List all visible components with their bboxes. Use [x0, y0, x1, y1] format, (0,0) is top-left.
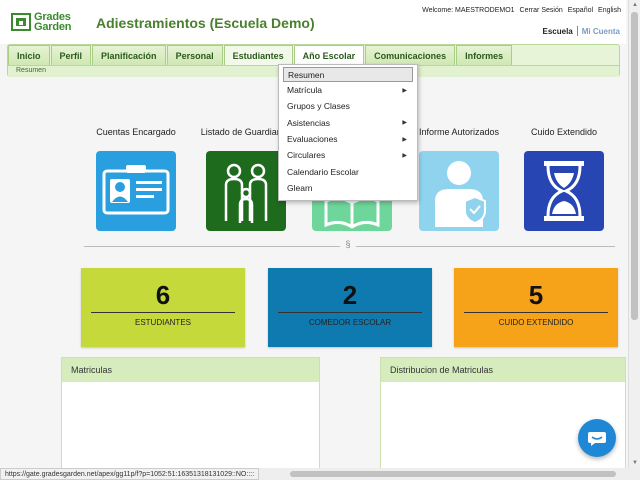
menu-item-grupos-y-clases[interactable]: Grupos y Clases	[279, 98, 417, 114]
submenu-arrow-icon: ▶	[402, 136, 407, 143]
menu-item-evaluaciones[interactable]: Evaluaciones ▶	[279, 131, 417, 147]
school-link[interactable]: Escuela	[543, 27, 573, 36]
stat-estudiantes[interactable]: 6 ESTUDIANTES	[81, 268, 245, 347]
menu-item-label: Resumen	[288, 69, 325, 80]
ano-escolar-dropdown-menu: Resumen Matrícula ▶ Grupos y Clases Asistenc…	[278, 64, 418, 201]
menu-item-calendario-escolar[interactable]: Calendario Escolar	[279, 163, 417, 179]
stat-rule	[464, 312, 608, 313]
lang-english-link[interactable]: English	[598, 7, 621, 14]
tab-informes[interactable]: Informes	[456, 45, 513, 65]
status-bar-url: https://gate.gradesgarden.net/apex/gg11p…	[0, 468, 260, 480]
chat-icon	[588, 432, 606, 446]
horizontal-scroll-thumb[interactable]	[290, 471, 616, 477]
menu-item-label: Calendario Escolar	[287, 166, 359, 177]
stat-label: CUIDO EXTENDIDO	[498, 318, 574, 327]
panel-title: Distribucion de Matriculas	[381, 358, 625, 382]
tab-inicio[interactable]: Inicio	[8, 45, 50, 65]
logout-link[interactable]: Cerrar Sesión	[520, 7, 563, 14]
stat-comedor-escolar[interactable]: 2 COMEDOR ESCOLAR	[268, 268, 432, 347]
card-cuido-extendido[interactable]: Cuido Extendido	[509, 127, 619, 231]
card-label: Informe Autorizados	[418, 127, 500, 137]
chat-button[interactable]	[578, 419, 616, 457]
menu-item-matricula[interactable]: Matrícula ▶	[279, 82, 417, 98]
tab-ano-escolar[interactable]: Año Escolar	[293, 45, 365, 65]
scroll-up-arrow-icon[interactable]: ▲	[632, 2, 638, 8]
id-card-icon[interactable]	[96, 151, 176, 231]
tab-personal[interactable]: Personal	[166, 45, 223, 65]
stat-label: COMEDOR ESCOLAR	[308, 318, 392, 327]
tab-planificacion[interactable]: Planificación	[92, 45, 166, 65]
menu-item-glearn[interactable]: Glearn	[279, 180, 417, 196]
menu-item-asistencias[interactable]: Asistencias ▶	[279, 115, 417, 131]
submenu-arrow-icon: ▶	[402, 152, 407, 159]
panel-matriculas: Matriculas	[61, 357, 320, 470]
tab-perfil[interactable]: Perfil	[50, 45, 92, 65]
panel-title: Matriculas	[62, 358, 319, 382]
submenu-arrow-icon: ▶	[402, 87, 407, 94]
section-divider-mark: §	[340, 239, 356, 253]
tab-comunicaciones[interactable]: Comunicaciones	[365, 45, 456, 65]
menu-item-label: Glearn	[287, 182, 313, 193]
logo-mark-icon	[11, 11, 31, 33]
hourglass-icon[interactable]	[524, 151, 604, 231]
app-header: Grades Garden Adiestramientos (Escuela D…	[0, 0, 626, 44]
submenu-arrow-icon: ▶	[402, 120, 407, 127]
stat-rule	[278, 312, 422, 313]
menu-item-resumen[interactable]: Resumen	[283, 67, 413, 82]
menu-item-label: Grupos y Clases	[287, 101, 350, 112]
stat-value: 2	[342, 280, 358, 310]
card-informe-autorizados[interactable]: Informe Autorizados	[404, 127, 514, 231]
lang-spanish-link[interactable]: Español	[568, 7, 593, 14]
stat-rule	[91, 312, 235, 313]
menu-item-label: Circulares	[287, 150, 326, 161]
stat-label: ESTUDIANTES	[134, 318, 191, 327]
menu-item-circulares[interactable]: Circulares ▶	[279, 147, 417, 163]
family-icon[interactable]	[206, 151, 286, 231]
my-account-link[interactable]: Mi Cuenta	[582, 27, 620, 36]
stat-value: 5	[528, 280, 544, 310]
welcome-text: Welcome: MAESTRODEMO1	[422, 7, 515, 14]
card-cuentas-encargado[interactable]: Cuentas Encargado	[81, 127, 191, 231]
logo-text-line2: Garden	[34, 21, 72, 33]
breadcrumb[interactable]: Resumen	[16, 67, 46, 74]
card-label: Cuido Extendido	[530, 127, 598, 137]
menu-item-label: Evaluaciones	[287, 134, 338, 145]
stat-cuido-extendido[interactable]: 5 CUIDO EXTENDIDO	[454, 268, 618, 347]
menu-item-label: Asistencias	[287, 117, 330, 128]
stat-value: 6	[155, 280, 171, 310]
scroll-thumb[interactable]	[631, 12, 638, 320]
person-shield-icon[interactable]	[419, 151, 499, 231]
tab-estudiantes[interactable]: Estudiantes	[223, 45, 293, 65]
link-separator	[576, 26, 578, 36]
grades-garden-logo[interactable]: Grades Garden	[11, 10, 72, 34]
scroll-down-arrow-icon[interactable]: ▼	[632, 460, 638, 466]
card-label: Cuentas Encargado	[96, 127, 176, 137]
page-title: Adiestramientos (Escuela Demo)	[96, 15, 315, 31]
vertical-scrollbar[interactable]: ▲ ▼	[628, 0, 640, 468]
menu-item-label: Matrícula	[287, 85, 322, 96]
